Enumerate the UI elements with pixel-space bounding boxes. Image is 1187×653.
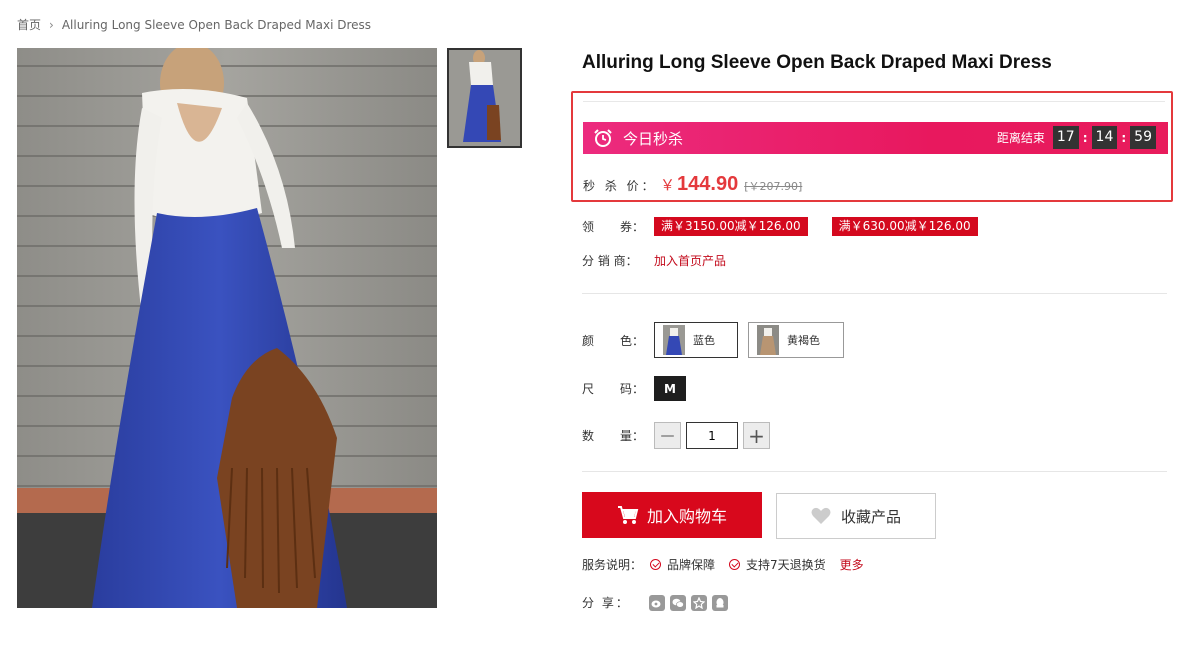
- size-label: 尺码：: [582, 382, 644, 396]
- seckill-divider: [583, 101, 1165, 102]
- coupon-badge[interactable]: 满￥630.00减￥126.00: [831, 217, 978, 236]
- service-item: 支持7天退换货: [729, 556, 826, 573]
- heart-icon: [811, 507, 831, 524]
- wechat-icon[interactable]: [670, 594, 686, 611]
- add-to-cart-button[interactable]: 加入购物车: [582, 492, 762, 538]
- distributor-row: 分 销 商： 加入首页产品: [582, 252, 726, 269]
- countdown-colon: :: [1121, 130, 1127, 145]
- seckill-panel: 今日秒杀 距离结束 17 : 14 : 59 秒 杀 价： ￥ 144.90 […: [571, 91, 1173, 202]
- color-option-label: 蓝色: [693, 334, 715, 347]
- breadcrumb-current: Alluring Long Sleeve Open Back Draped Ma…: [61, 17, 372, 32]
- divider: [582, 471, 1167, 472]
- color-row: 颜色： 蓝色 黄褐色: [582, 322, 854, 358]
- share-label: 分 享：: [582, 596, 630, 610]
- countdown-label: 距离结束: [996, 131, 1045, 145]
- color-option-blue[interactable]: 蓝色: [654, 322, 738, 358]
- quantity-decrease-button[interactable]: —: [654, 422, 681, 449]
- service-more-link[interactable]: 更多: [840, 556, 864, 573]
- color-swatch-image: [663, 325, 685, 355]
- distributor-label: 分 销 商：: [582, 254, 638, 268]
- size-option-m[interactable]: M: [654, 376, 686, 401]
- size-row: 尺码： M: [582, 376, 686, 401]
- service-row: 服务说明： 品牌保障 支持7天退换货 更多: [582, 556, 864, 573]
- countdown-colon: :: [1082, 130, 1088, 145]
- seckill-price-row: 秒 杀 价： ￥ 144.90 [￥207.90]: [583, 173, 802, 196]
- shopping-cart-icon: [617, 506, 639, 524]
- quantity-row: 数量： — +: [582, 422, 770, 449]
- countdown-minutes: 14: [1091, 126, 1118, 149]
- quantity-increase-button[interactable]: +: [743, 422, 770, 449]
- add-homepage-product-link[interactable]: 加入首页产品: [654, 252, 726, 269]
- color-option-tan[interactable]: 黄褐色: [748, 322, 844, 358]
- seckill-price: 144.90: [677, 173, 739, 195]
- seckill-price-label: 秒 杀 价：: [583, 179, 657, 193]
- currency-symbol: ￥: [660, 176, 676, 194]
- service-label: 服务说明：: [582, 558, 643, 572]
- service-item: 品牌保障: [650, 556, 715, 573]
- original-price: [￥207.90]: [744, 180, 803, 193]
- product-thumbnail[interactable]: [447, 48, 522, 148]
- countdown: 距离结束 17 : 14 : 59: [997, 126, 1156, 149]
- countdown-seconds: 59: [1130, 126, 1156, 149]
- breadcrumb: 首页 › Alluring Long Sleeve Open Back Drap…: [17, 16, 371, 33]
- check-circle-icon: [650, 559, 662, 570]
- coupon-label: 领券：: [582, 220, 644, 234]
- color-swatch-image: [757, 325, 779, 355]
- quantity-input[interactable]: [686, 422, 738, 449]
- favorite-label: 收藏产品: [840, 507, 901, 526]
- favorite-button[interactable]: 收藏产品: [776, 493, 936, 539]
- color-option-label: 黄褐色: [787, 334, 820, 347]
- breadcrumb-separator: ›: [49, 17, 54, 32]
- weibo-icon[interactable]: [649, 594, 665, 611]
- color-label: 颜色：: [582, 333, 644, 348]
- seckill-label: 今日秒杀: [623, 129, 684, 148]
- alarm-clock-icon: [593, 128, 613, 148]
- quantity-label: 数量：: [582, 429, 644, 443]
- coupon-badge[interactable]: 满￥3150.00减￥126.00: [654, 217, 808, 236]
- divider: [582, 293, 1167, 294]
- check-circle-icon: [729, 559, 741, 570]
- product-main-image: [17, 48, 437, 608]
- seckill-bar: 今日秒杀 距离结束 17 : 14 : 59: [583, 122, 1168, 154]
- share-row: 分 享：: [582, 594, 733, 611]
- add-to-cart-label: 加入购物车: [646, 507, 727, 526]
- breadcrumb-home-link[interactable]: 首页: [17, 16, 41, 33]
- countdown-hours: 17: [1052, 126, 1079, 149]
- coupon-row: 领券： 满￥3150.00减￥126.00 满￥630.00减￥126.00: [582, 217, 1002, 236]
- qq-icon[interactable]: [712, 594, 728, 611]
- product-title: Alluring Long Sleeve Open Back Draped Ma…: [582, 52, 1052, 73]
- qzone-icon[interactable]: [691, 594, 707, 611]
